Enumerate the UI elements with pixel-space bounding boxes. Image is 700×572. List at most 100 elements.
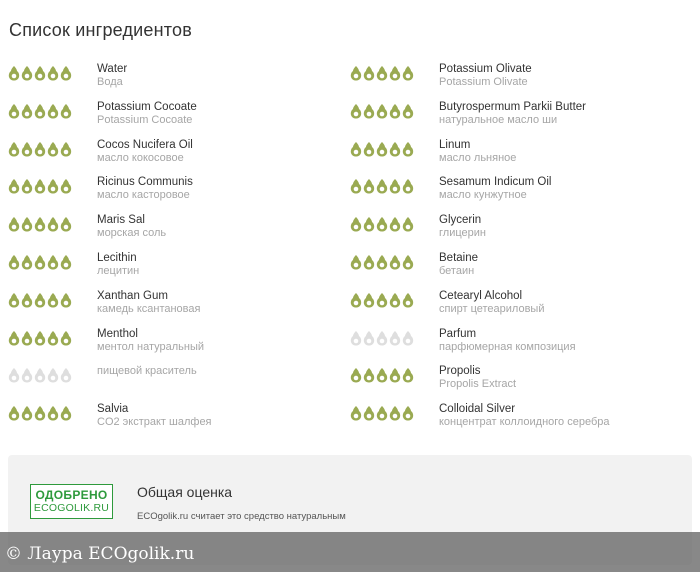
ingredient-names: Water Вода (97, 63, 127, 89)
drop-icon (8, 255, 20, 270)
ingredient-rating (350, 141, 414, 157)
drop-icon (21, 368, 33, 383)
ingredient-item: Linum масло льняное (350, 136, 690, 172)
ingredient-names: Xanthan Gum камедь ксантановая (97, 290, 200, 316)
ingredient-name: Xanthan Gum (97, 289, 168, 302)
drop-icon (8, 217, 20, 232)
ingredient-rating (350, 178, 414, 194)
approved-badge-line2: ECOGOLIK.RU (33, 502, 110, 514)
ingredient-item: Cocos Nucifera Oil масло кокосовое (8, 136, 348, 172)
drop-icon (34, 66, 46, 81)
drop-icon (363, 255, 375, 270)
ingredient-description: Propolis Extract (439, 378, 517, 391)
ingredient-item: Parfum парфюмерная композиция (350, 325, 690, 361)
drop-icon (21, 179, 33, 194)
ingredient-names: Sesamum Indicum Oil масло кунжутное (439, 176, 551, 202)
ingredient-names: Propolis Propolis Extract (439, 365, 516, 391)
drop-icon (389, 255, 401, 270)
drop-icon (34, 103, 46, 119)
ingredient-name: Colloidal Silver (439, 403, 516, 416)
drop-icon (389, 292, 401, 308)
ingredient-description: концентрат коллоидного серебра (439, 416, 610, 429)
drop-icon (363, 330, 375, 346)
drop-icon (34, 406, 46, 421)
drop-icon (376, 292, 388, 308)
drop-icon (402, 368, 414, 383)
drop-icon (389, 141, 401, 157)
ingredient-description: Potassium Cocoate (97, 113, 193, 126)
ingredient-description: морская соль (97, 227, 167, 240)
ingredient-rating (8, 65, 72, 81)
ingredient-item: Lecithin лецитин (8, 249, 348, 285)
ingredient-name: Potassium Olivate (439, 63, 532, 75)
drop-icon (402, 255, 414, 270)
drop-icon (402, 406, 414, 421)
ingredient-rating (350, 254, 414, 270)
ingredient-rating (8, 405, 72, 421)
drop-icon (47, 330, 59, 346)
ingredient-name: Linum (439, 138, 471, 151)
drop-icon (376, 330, 388, 346)
drop-icon (376, 179, 388, 194)
ingredient-names: пищевой краситель (97, 365, 197, 378)
ingredient-rating (350, 103, 414, 119)
ingredient-rating (350, 405, 414, 421)
ingredient-name: Maris Sal (97, 214, 145, 227)
ingredient-item: Maris Sal морская соль (8, 211, 348, 247)
ingredient-item: Water Вода (8, 60, 348, 96)
ingredient-description: лецитин (97, 265, 140, 277)
ingredient-name: Lecithin (97, 252, 137, 264)
drop-icon (47, 292, 59, 308)
drop-icon (350, 217, 362, 232)
drop-icon (21, 292, 33, 308)
drop-icon (47, 141, 59, 157)
ingredient-description: натуральное масло ши (439, 113, 558, 126)
drop-icon (34, 255, 46, 270)
drop-icon (402, 141, 414, 157)
drop-icon (34, 330, 46, 346)
drop-icon (402, 179, 414, 194)
drop-icon (389, 103, 401, 119)
ingredient-description: пищевой краситель (97, 365, 197, 378)
ingredient-names: Parfum парфюмерная композиция (439, 328, 576, 354)
ingredient-rating (8, 178, 72, 194)
ingredient-rating (8, 103, 72, 119)
drop-icon (34, 179, 46, 194)
ingredient-name: Potassium Cocoate (97, 100, 197, 113)
ingredient-names: Potassium Olivate Potassium Olivate (439, 63, 532, 89)
drop-icon (21, 66, 33, 81)
drop-icon (350, 330, 362, 346)
drop-icon (47, 368, 59, 383)
drop-icon (350, 368, 362, 383)
ingredient-rating (8, 141, 72, 157)
ingredient-description: Potassium Olivate (439, 76, 528, 88)
ingredient-names: Cocos Nucifera Oil масло кокосовое (97, 139, 193, 165)
ingredient-names: Colloidal Silver концентрат коллоидного с… (439, 403, 609, 429)
ingredient-description: бетаин (439, 265, 475, 277)
drop-icon (8, 368, 20, 383)
drop-icon (34, 292, 46, 308)
drop-icon (47, 66, 59, 81)
watermark-bar: © Лаура ECOgolik.ru (0, 532, 700, 572)
ingredient-rating (350, 216, 414, 232)
ingredient-item: Xanthan Gum камедь ксантановая (8, 287, 348, 323)
drop-icon (402, 292, 414, 308)
drop-icon (350, 406, 362, 421)
ingredient-name: Cetearyl Alcohol (439, 289, 523, 302)
ingredient-name: Betaine (439, 252, 479, 264)
ingredient-item: Cetearyl Alcohol спирт цетеариловый (350, 287, 690, 323)
ingredient-rating (350, 367, 414, 383)
ingredient-item: Menthol ментол натуральный (8, 325, 348, 361)
ingredient-rating (8, 254, 72, 270)
ingredient-description: Вода (97, 76, 123, 88)
drop-icon (60, 217, 72, 232)
drop-icon (34, 141, 46, 157)
ingredient-rating (350, 65, 414, 81)
drop-icon (21, 255, 33, 270)
drop-icon (376, 103, 388, 119)
drop-icon (350, 179, 362, 194)
drop-icon (8, 141, 20, 157)
ingredient-description: масло кунжутное (439, 189, 527, 202)
ingredient-rating (350, 330, 414, 346)
drop-icon (363, 103, 375, 119)
